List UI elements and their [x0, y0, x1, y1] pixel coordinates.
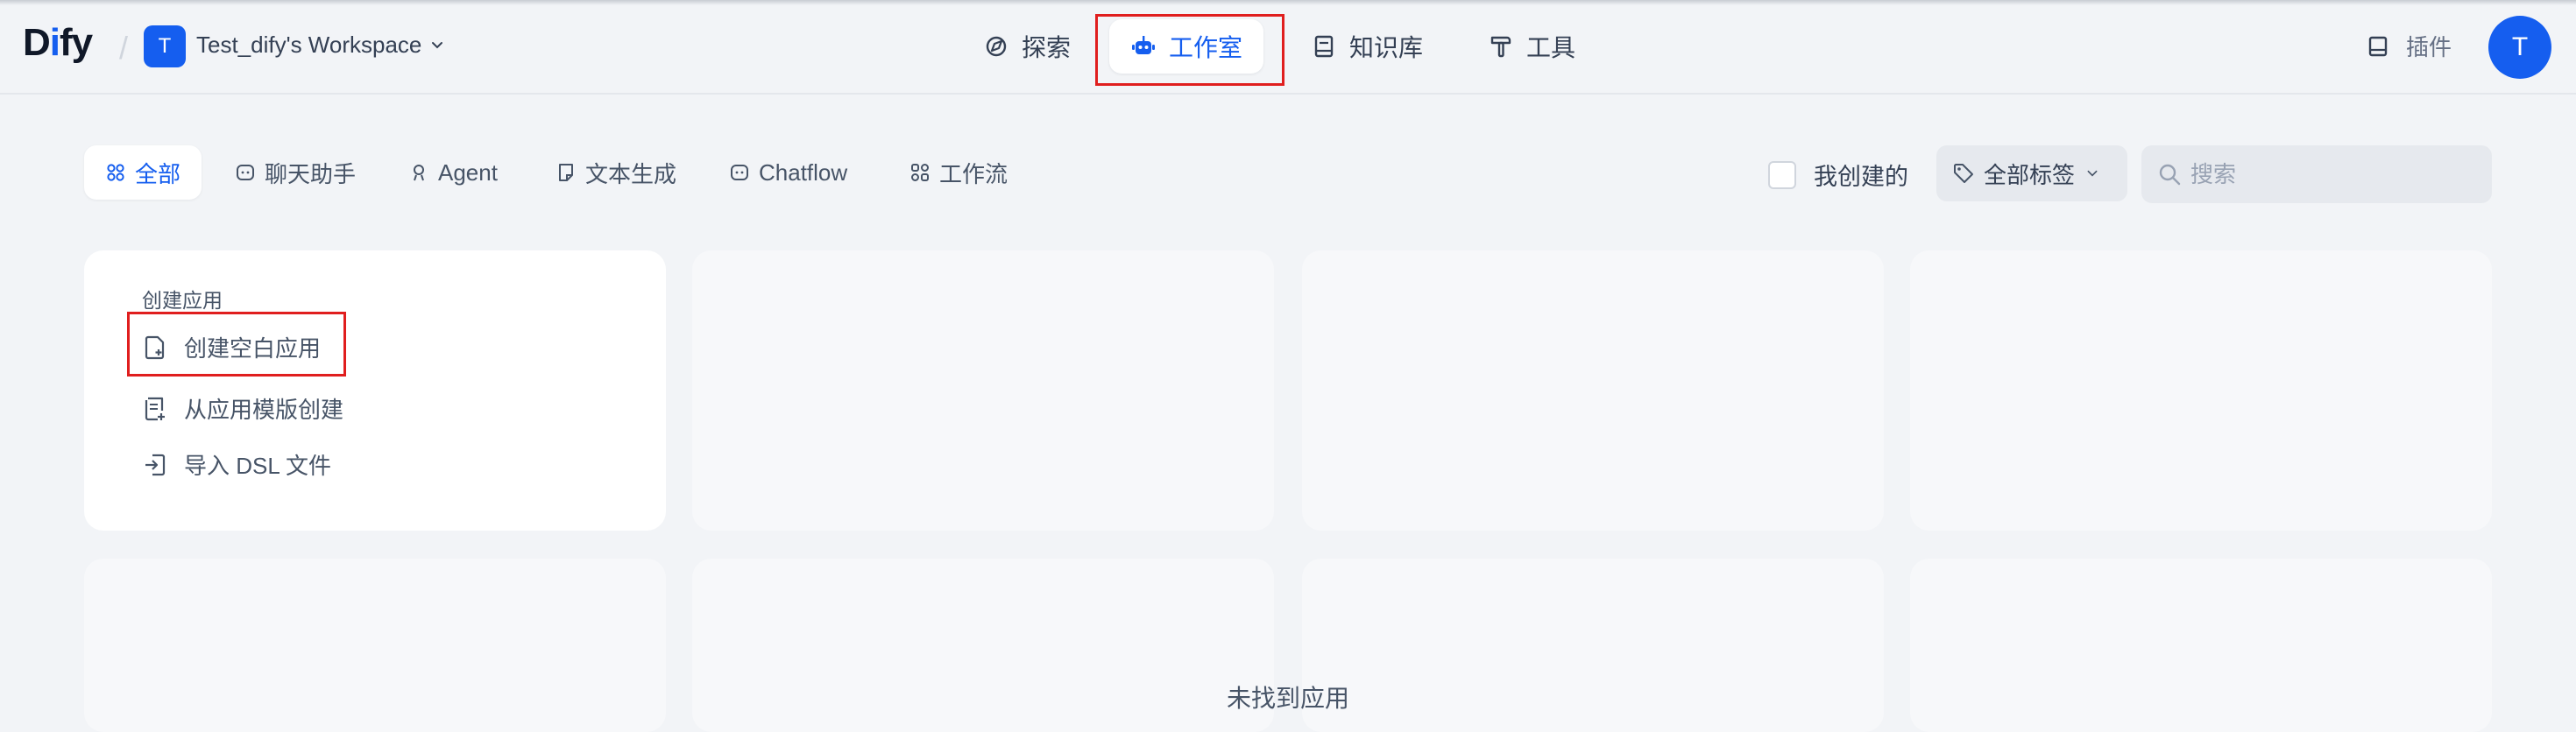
chevron-down-icon — [432, 41, 443, 48]
create-from-template-button[interactable]: 从应用模版创建 — [142, 392, 343, 425]
filter-tab-workflow-label: 工作流 — [939, 160, 1008, 187]
workspace-switcher[interactable]: Test_dify's Workspace — [196, 32, 446, 59]
plugins-label: 插件 — [2406, 34, 2452, 60]
tag-filter-dropdown[interactable]: 全部标签 — [1936, 145, 2127, 201]
book-icon — [1314, 35, 1334, 58]
import-dsl-label: 导入 DSL 文件 — [184, 453, 332, 479]
doc-icon — [559, 164, 573, 181]
app-card-placeholder — [1910, 559, 2492, 732]
agent-icon — [414, 165, 424, 181]
tag-filter-label: 全部标签 — [1984, 161, 2076, 188]
nav-explore-label: 探索 — [1022, 34, 1072, 61]
search-icon — [2159, 164, 2181, 186]
workflow-icon — [911, 164, 929, 181]
chatflow-icon — [731, 165, 748, 180]
app-card-placeholder — [692, 250, 1274, 531]
chat-icon — [237, 165, 254, 180]
top-navigation-bar: Di fy / T Test_dify's Workspace 探索 工作室 知识… — [0, 0, 2576, 95]
filter-tab-chat-assistant-label: 聊天助手 — [265, 160, 357, 187]
user-avatar[interactable]: T — [2488, 16, 2551, 79]
filter-tab-all-label: 全部 — [135, 160, 181, 187]
explore-icon — [986, 36, 1007, 57]
filter-tab-chat-assistant[interactable]: 聊天助手 — [214, 145, 377, 200]
window-edge-shadow — [0, 0, 2576, 5]
logo-letters-fy: fy — [60, 21, 93, 64]
nav-knowledge-label: 知识库 — [1349, 34, 1424, 61]
app-card-placeholder — [1302, 250, 1884, 531]
create-blank-app-highlight-box — [127, 312, 346, 377]
grid-icon — [107, 164, 124, 181]
empty-state-message: 未找到应用 — [1227, 685, 1350, 712]
created-by-me-filter[interactable]: 我创建的 — [1768, 158, 1908, 192]
tag-icon — [1954, 164, 1973, 183]
filter-tab-text-generation-label: 文本生成 — [585, 160, 677, 187]
filter-tab-workflow[interactable]: 工作流 — [888, 145, 1029, 200]
nav-tools-label: 工具 — [1526, 34, 1576, 61]
import-dsl-button[interactable]: 导入 DSL 文件 — [142, 448, 331, 481]
breadcrumb-separator: / — [119, 30, 129, 66]
app-card-placeholder — [1302, 559, 1884, 732]
created-by-me-checkbox[interactable] — [1768, 160, 1796, 189]
filter-tab-agent-label: Agent — [438, 158, 498, 186]
hammer-icon — [1490, 36, 1511, 58]
created-by-me-label: 我创建的 — [1814, 164, 1908, 190]
logo-letter-d: D — [23, 21, 51, 64]
filter-tab-all[interactable]: 全部 — [84, 145, 202, 200]
nav-studio-highlight-box — [1095, 14, 1284, 86]
chevron-down-icon — [2087, 170, 2098, 177]
create-from-template-label: 从应用模版创建 — [184, 397, 344, 423]
filter-tab-text-generation[interactable]: 文本生成 — [534, 145, 697, 200]
search-input[interactable] — [2190, 160, 2471, 188]
nav-explore[interactable]: 探索 — [962, 19, 1092, 74]
logo-letter-i: i — [49, 21, 60, 64]
filter-tab-chatflow-label: Chatflow — [759, 158, 848, 186]
search-box[interactable] — [2141, 145, 2492, 203]
nav-knowledge[interactable]: 知识库 — [1290, 19, 1444, 74]
template-icon — [145, 397, 165, 420]
dify-logo[interactable]: Di fy — [23, 21, 93, 64]
app-card-placeholder — [1910, 250, 2492, 531]
workspace-avatar[interactable]: T — [144, 25, 186, 67]
plugin-icon — [2368, 36, 2388, 56]
workspace-name: Test_dify's Workspace — [196, 32, 422, 58]
filter-tab-agent[interactable]: Agent — [387, 145, 519, 200]
nav-tools[interactable]: 工具 — [1467, 19, 1596, 74]
import-icon — [145, 454, 166, 475]
filter-tab-chatflow[interactable]: Chatflow — [708, 145, 868, 200]
plugins-button[interactable]: 插件 — [2366, 30, 2452, 62]
app-card-placeholder — [84, 559, 666, 732]
app-card-placeholder — [692, 559, 1274, 732]
create-app-title: 创建应用 — [142, 289, 223, 312]
